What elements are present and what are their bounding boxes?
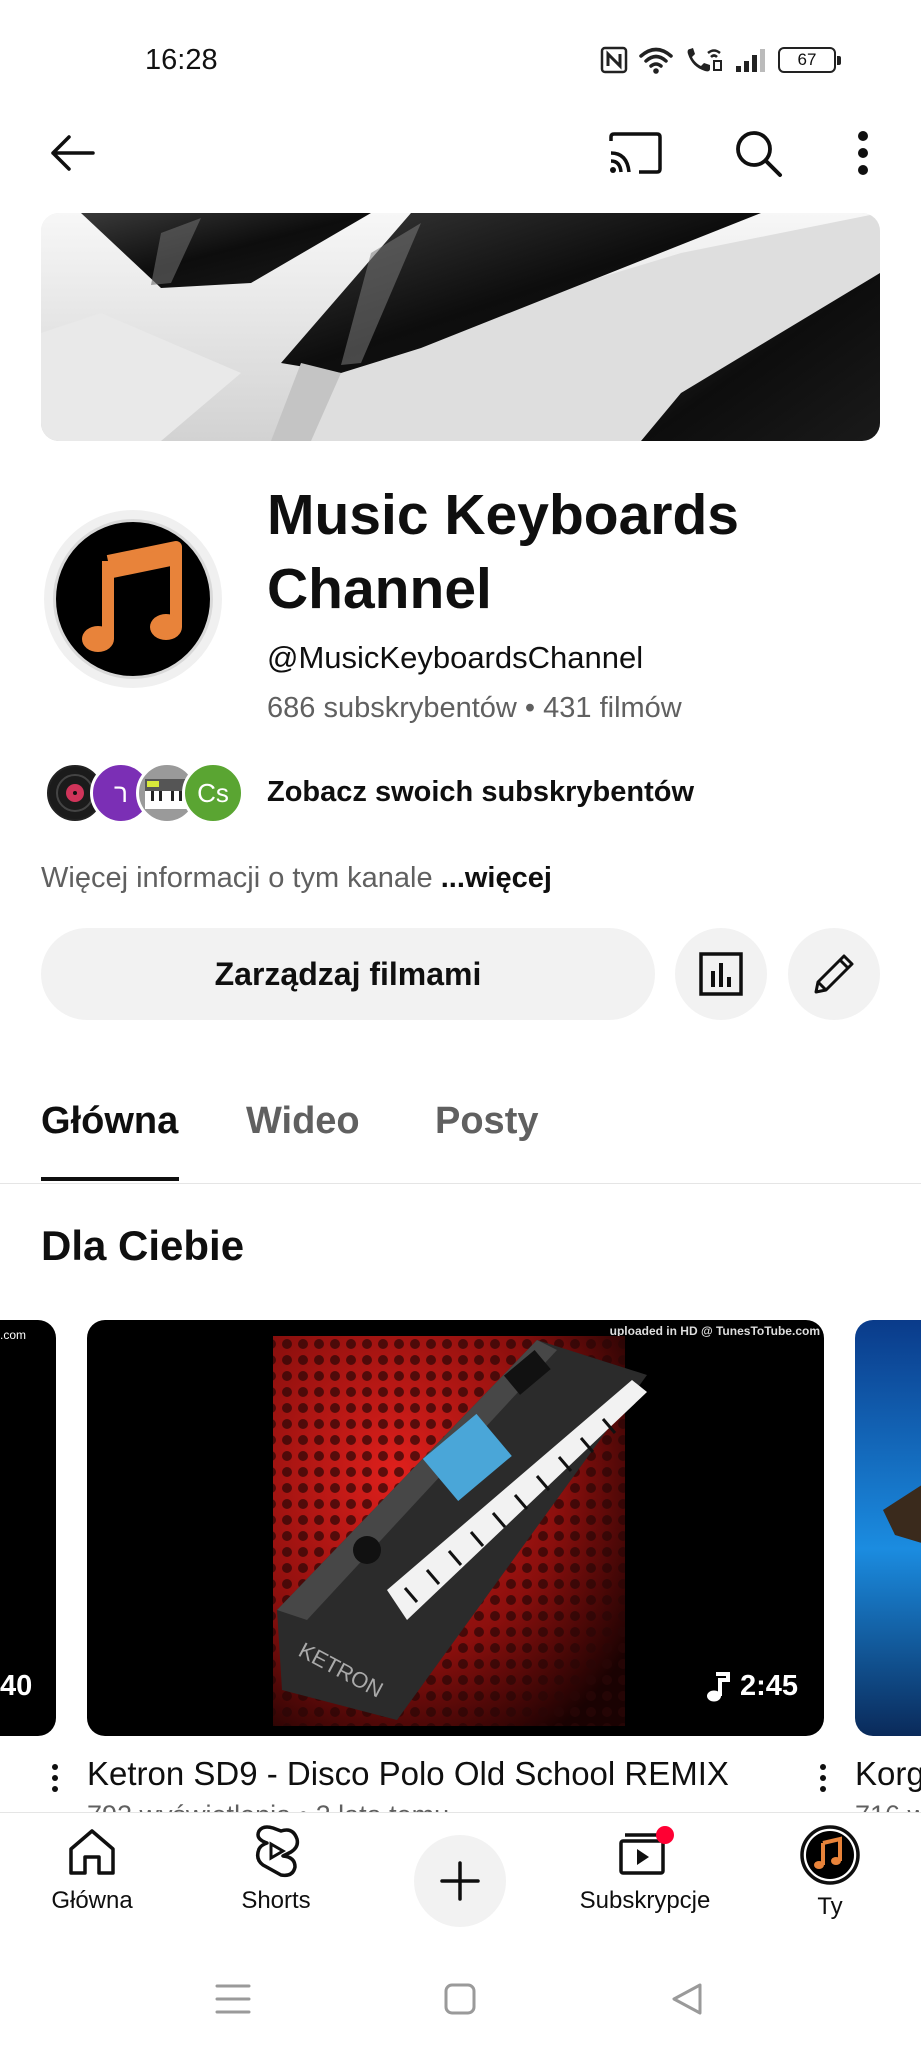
you-avatar-icon bbox=[800, 1825, 860, 1885]
video-thumbnail[interactable]: uploaded in HD @ TunesToTube.com KETRON … bbox=[87, 1320, 824, 1736]
subscriber-initial: ר bbox=[114, 777, 128, 808]
duration-text: 2:45 bbox=[739, 1670, 798, 1702]
signal-icon bbox=[736, 49, 765, 72]
wifi-icon bbox=[639, 47, 673, 74]
nav-label: Główna bbox=[51, 1887, 133, 1914]
channel-handle: @MusicKeyboardsChannel bbox=[267, 640, 644, 675]
battery-level: 67 bbox=[797, 50, 817, 69]
duration-text: 40 bbox=[0, 1670, 33, 1702]
channel-description[interactable]: Więcej informacji o tym kanale ...więcej bbox=[41, 862, 552, 895]
more-options-button[interactable] bbox=[828, 118, 898, 188]
music-note-icon bbox=[82, 541, 182, 652]
video-card-partial-right[interactable] bbox=[855, 1320, 921, 1736]
system-navigation-bar bbox=[0, 1952, 921, 2048]
see-subscribers-link[interactable]: Zobacz swoich subskrybentów bbox=[267, 776, 694, 809]
duration-label: 2:45 bbox=[706, 1670, 798, 1703]
subscriber-initial: Cs bbox=[197, 777, 229, 808]
channel-stats: 686 subskrybentów • 431 filmów bbox=[267, 692, 682, 724]
subscriptions-icon bbox=[619, 1826, 674, 1875]
shorts-icon bbox=[255, 1825, 300, 1878]
back-button[interactable] bbox=[36, 118, 106, 188]
nav-you[interactable]: Ty bbox=[750, 1825, 910, 1921]
nfc-icon bbox=[600, 46, 628, 74]
nav-shorts[interactable]: Shorts bbox=[196, 1825, 356, 1915]
back-arrow-icon bbox=[51, 135, 95, 171]
battery-icon: 67 bbox=[778, 47, 841, 73]
pencil-icon bbox=[814, 954, 854, 994]
active-tab-indicator bbox=[41, 1177, 179, 1181]
search-icon bbox=[736, 131, 782, 177]
music-note-small-icon bbox=[706, 1671, 730, 1701]
tab-posts[interactable]: Posty bbox=[435, 1100, 538, 1143]
video-title[interactable]: Ketron SD9 - Disco Polo Old School REMIX bbox=[87, 1755, 729, 1793]
nav-subscriptions[interactable]: Subskrypcje bbox=[565, 1825, 725, 1915]
subscriber-avatar: Cs bbox=[182, 762, 244, 824]
tab-videos[interactable]: Wideo bbox=[246, 1100, 360, 1143]
status-time: 16:28 bbox=[145, 44, 218, 76]
analytics-button[interactable] bbox=[675, 928, 767, 1020]
cast-icon bbox=[609, 132, 662, 174]
plus-icon bbox=[440, 1861, 480, 1901]
thumbnail-partial-image bbox=[883, 1485, 921, 1543]
thumb-watermark: ube.com bbox=[0, 1328, 27, 1342]
cast-button[interactable] bbox=[600, 118, 670, 188]
more-info-text: Więcej informacji o tym kanale bbox=[41, 862, 433, 894]
duration-label: 40 bbox=[0, 1670, 32, 1703]
home-icon bbox=[69, 1829, 115, 1875]
channel-banner[interactable] bbox=[41, 213, 880, 441]
nav-label: Subskrypcje bbox=[579, 1887, 711, 1914]
home-square-icon[interactable] bbox=[443, 1982, 477, 2016]
nav-label: Shorts bbox=[241, 1887, 311, 1914]
search-button[interactable] bbox=[723, 118, 793, 188]
more-vertical-icon bbox=[858, 131, 868, 175]
analytics-icon bbox=[699, 952, 743, 996]
status-icons: 67 bbox=[600, 42, 841, 78]
bottom-navigation: Główna Shorts Subskrypcje Ty bbox=[0, 1812, 921, 1952]
banner-piano-keys-image bbox=[41, 213, 880, 441]
video-menu-button[interactable] bbox=[43, 1758, 67, 1798]
video-card-partial-left[interactable]: ube.com 40 bbox=[0, 1320, 56, 1736]
create-button[interactable] bbox=[414, 1835, 506, 1927]
video-title[interactable]: Korg bbox=[855, 1755, 921, 1793]
channel-title: Music Keyboards Channel bbox=[267, 483, 739, 621]
manage-videos-button[interactable]: Zarządzaj filmami bbox=[41, 928, 655, 1020]
recents-icon[interactable] bbox=[213, 1982, 253, 2016]
tab-home[interactable]: Główna bbox=[41, 1100, 178, 1143]
video-menu-button[interactable] bbox=[811, 1758, 835, 1798]
nav-label: Ty bbox=[817, 1893, 843, 1920]
more-link[interactable]: ...więcej bbox=[441, 862, 552, 894]
subscriber-avatars[interactable]: ר Cs bbox=[44, 762, 244, 826]
edit-channel-button[interactable] bbox=[788, 928, 880, 1020]
section-title: Dla Ciebie bbox=[41, 1222, 245, 1269]
wifi-calling-icon bbox=[687, 48, 722, 72]
channel-avatar[interactable] bbox=[44, 510, 222, 688]
tabs-divider bbox=[0, 1183, 921, 1184]
nav-home[interactable]: Główna bbox=[12, 1825, 172, 1915]
back-triangle-icon[interactable] bbox=[670, 1982, 704, 2016]
